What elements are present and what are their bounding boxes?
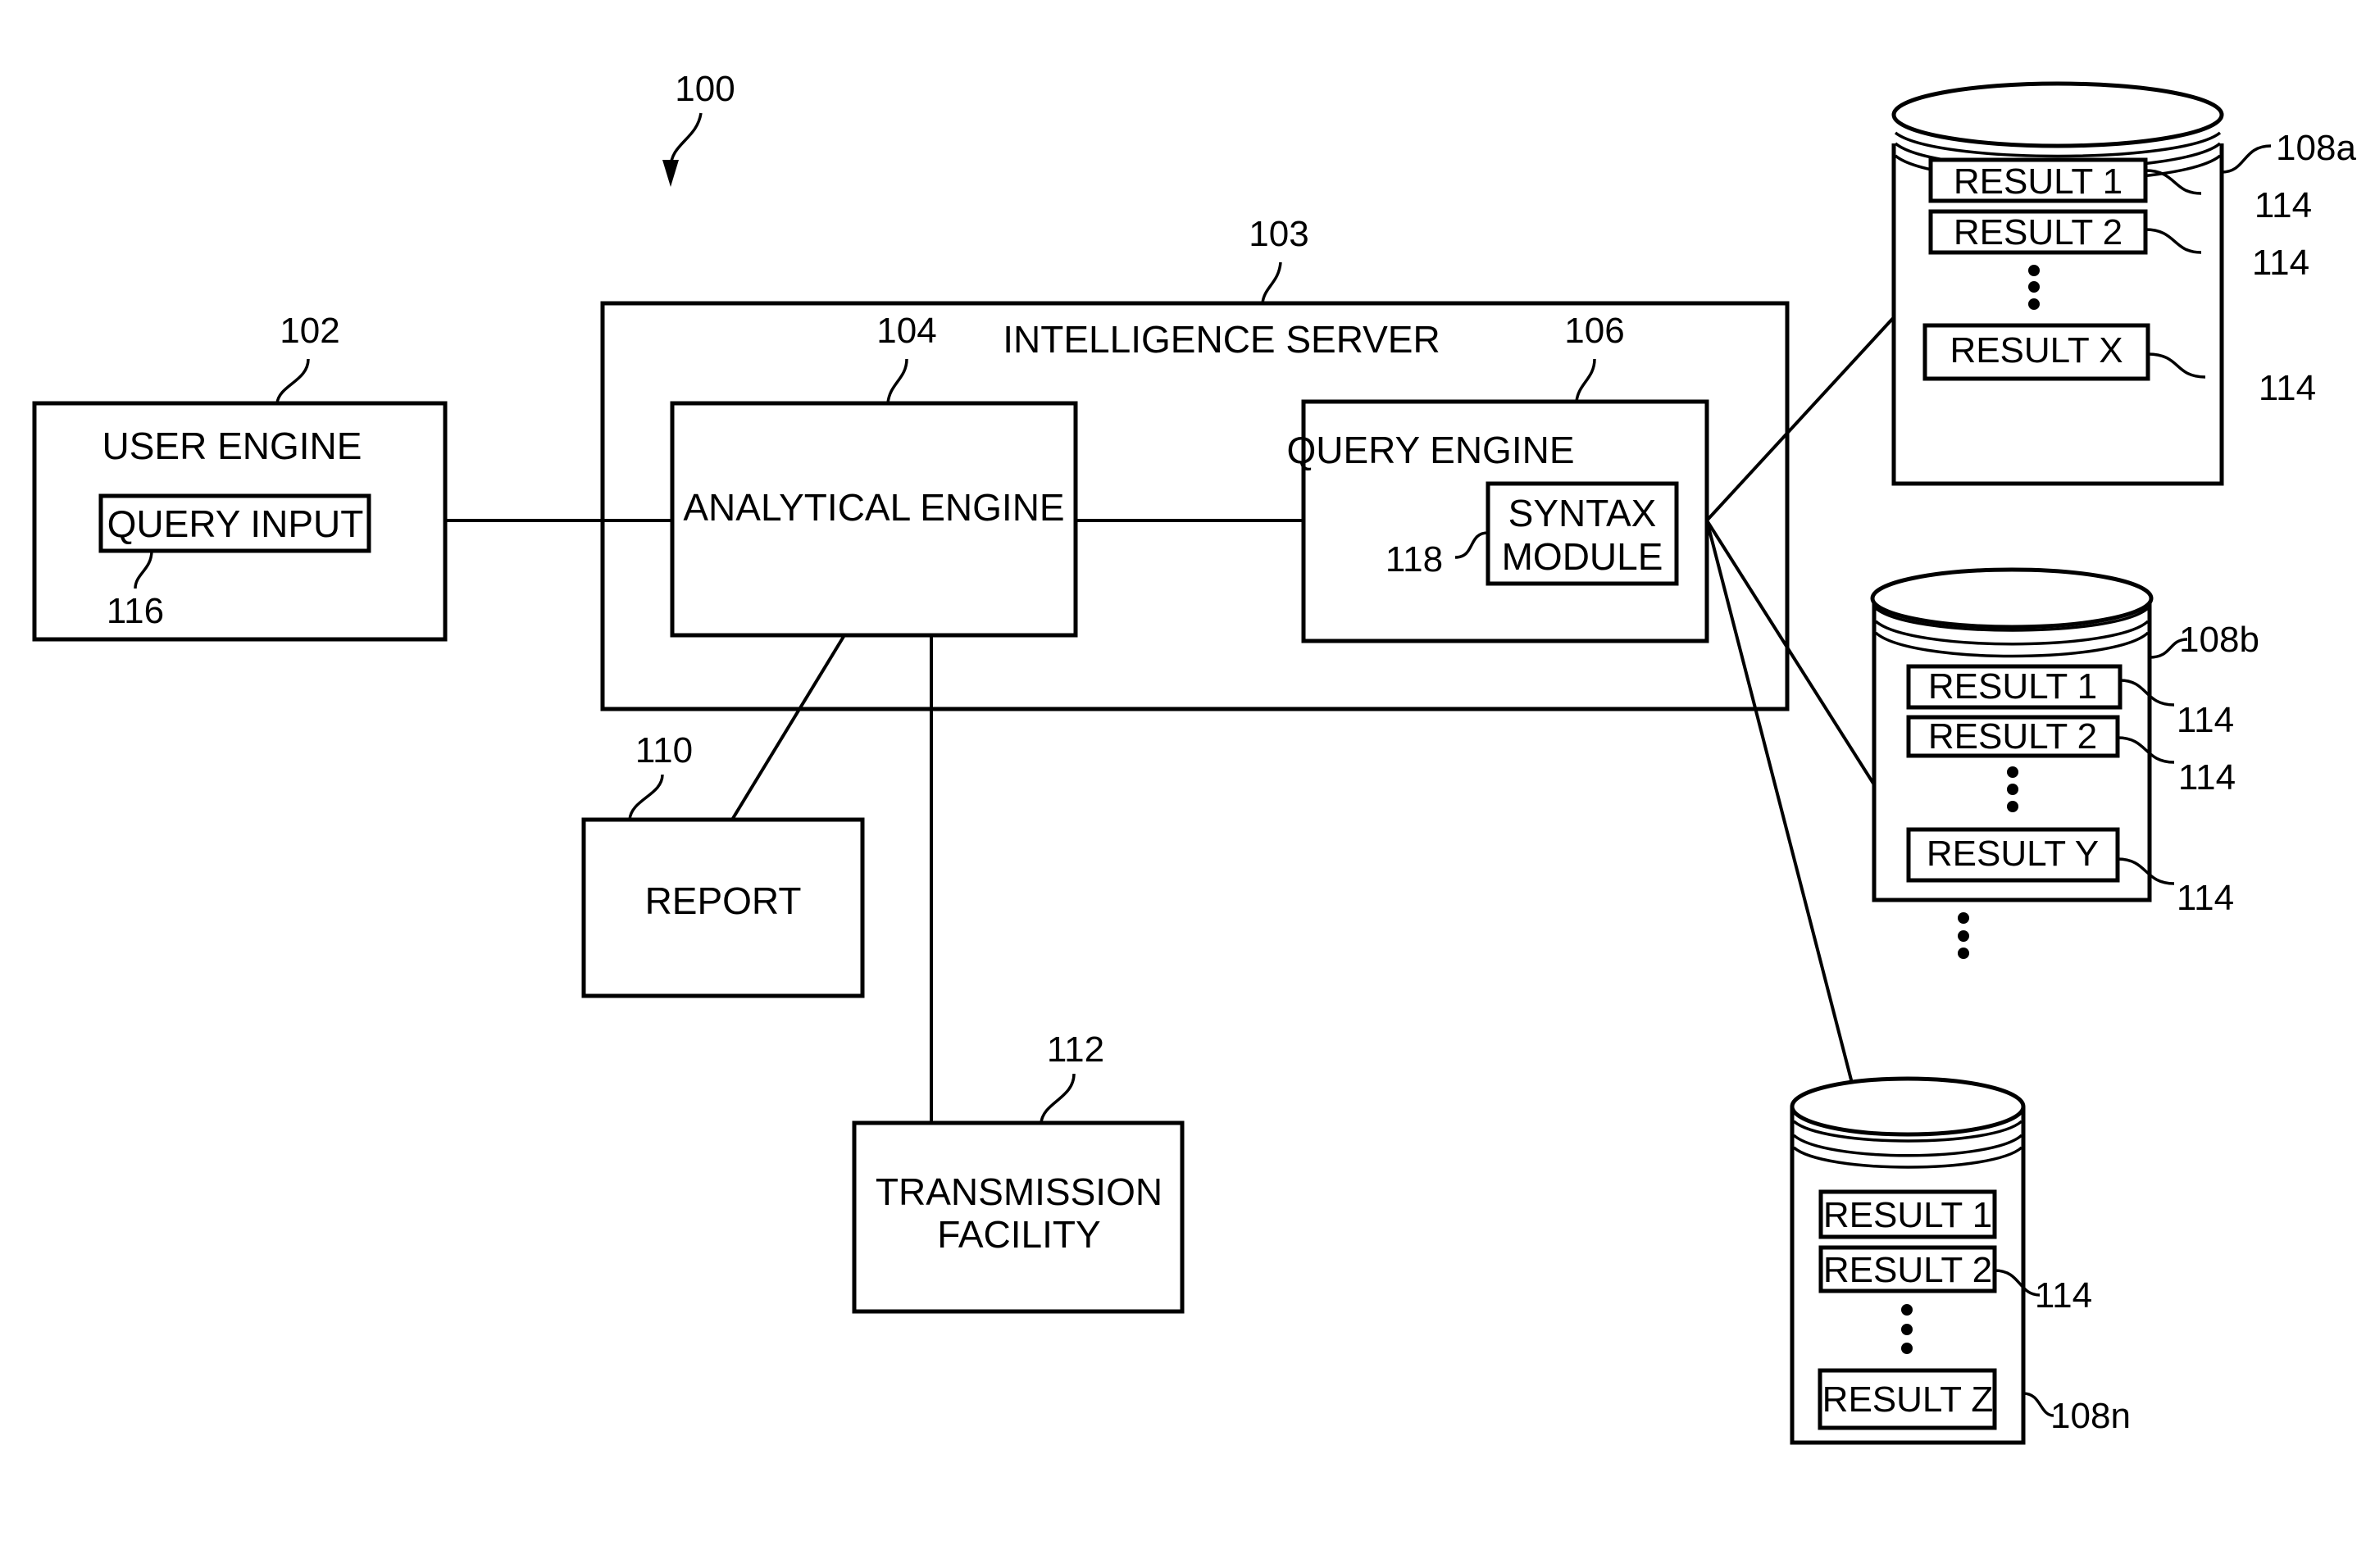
ref-leader	[2221, 144, 2272, 174]
result-label: RESULT 1	[1823, 1195, 1992, 1235]
result-label: RESULT 1	[1954, 161, 2123, 202]
analytical-engine-ref: 104	[876, 311, 936, 351]
result-label: RESULT 2	[1928, 716, 2097, 757]
user-engine-label: USER ENGINE	[102, 425, 362, 467]
ref-leader	[1261, 261, 1282, 304]
transmission-facility: 112 TRANSMISSION FACILITY	[852, 1029, 1185, 1314]
user-engine: 102 USER ENGINE QUERY INPUT 116	[32, 311, 448, 642]
result-label: RESULT 1	[1928, 666, 2097, 707]
ellipsis-dot-icon	[1901, 1304, 1913, 1316]
ref-leader	[1040, 1073, 1076, 1124]
ellipsis-dot-icon	[1901, 1324, 1913, 1335]
database-108n: RESULT 1 RESULT 2 114 RESULT Z 108n	[1790, 1076, 2131, 1445]
database-ref: 108a	[2276, 128, 2356, 168]
server-ref: 103	[1249, 214, 1308, 254]
ellipsis-dot-icon	[1958, 912, 1969, 924]
ref-leader	[628, 774, 664, 820]
connector-query-db-n	[1705, 520, 1856, 1093]
connector-query-db-a	[1705, 293, 1916, 522]
arrow-head-icon	[662, 160, 679, 187]
query-input-ref: 116	[107, 591, 164, 631]
result-label: RESULT Z	[1822, 1379, 1994, 1420]
figure-ref: 100	[675, 69, 735, 109]
transmission-label-1: TRANSMISSION	[876, 1170, 1163, 1213]
result-ref: 114	[2177, 700, 2234, 740]
server-label: INTELLIGENCE SERVER	[1003, 318, 1440, 361]
syntax-module-ref: 118	[1385, 539, 1443, 579]
result-label: RESULT 2	[1954, 212, 2123, 252]
connector-analytical-report	[730, 634, 846, 821]
result-ref: 114	[2177, 878, 2234, 918]
intelligence-server: 103 INTELLIGENCE SERVER 104 ANALYTICAL E…	[600, 214, 1790, 711]
query-input-label: QUERY INPUT	[107, 502, 364, 545]
system-diagram: 100 102 USER ENGINE QUERY INPUT 116 103 …	[32, 69, 2356, 1445]
database-ref: 108n	[2050, 1396, 2131, 1436]
result-ref: 114	[2252, 243, 2309, 283]
result-ref: 114	[2035, 1275, 2092, 1316]
ellipsis-dot-icon	[1901, 1343, 1913, 1354]
syntax-module-label-1: SYNTAX	[1508, 492, 1657, 534]
analytical-engine-label: ANALYTICAL ENGINE	[683, 486, 1064, 529]
report: 110 REPORT	[581, 730, 865, 998]
ref-leader	[886, 358, 908, 404]
ref-leader	[2022, 1392, 2054, 1417]
result-ref: 114	[2178, 757, 2236, 798]
result-label: RESULT Y	[1927, 834, 2099, 874]
ref-leader	[1575, 358, 1596, 402]
transmission-label-2: FACILITY	[937, 1213, 1100, 1256]
result-ref: 114	[2259, 368, 2316, 408]
figure-arrow-leader	[669, 112, 703, 169]
ellipsis-dot-icon	[2007, 766, 2018, 778]
ellipsis-dot-icon	[1958, 930, 1969, 942]
report-ref: 110	[635, 730, 693, 770]
ellipsis-dot-icon	[2007, 801, 2018, 812]
ref-leader	[275, 358, 310, 404]
result-ref: 114	[2255, 185, 2312, 225]
result-label: RESULT 2	[1823, 1250, 1992, 1290]
ellipsis-dot-icon	[2028, 265, 2040, 276]
query-engine-label: QUERY ENGINE	[1286, 429, 1574, 471]
ellipsis-dot-icon	[2007, 784, 2018, 795]
report-label: REPORT	[645, 879, 802, 922]
user-engine-ref: 102	[280, 311, 339, 351]
connector-query-db-b	[1705, 519, 1898, 821]
ellipsis-dot-icon	[1958, 948, 1969, 959]
syntax-module-label-2: MODULE	[1502, 535, 1663, 578]
ellipsis-dot-icon	[2028, 281, 2040, 293]
result-label: RESULT X	[1950, 330, 2123, 370]
query-engine-ref: 106	[1564, 311, 1624, 351]
database-ref: 108b	[2179, 620, 2259, 660]
transmission-ref: 112	[1047, 1029, 1104, 1070]
ellipsis-dot-icon	[2028, 298, 2040, 310]
database-108b: 108b RESULT 1 114 RESULT 2 114 RESULT Y …	[1870, 567, 2259, 918]
database-108a: 108a RESULT 1 114 RESULT 2 114 RESULT X …	[1891, 81, 2356, 486]
